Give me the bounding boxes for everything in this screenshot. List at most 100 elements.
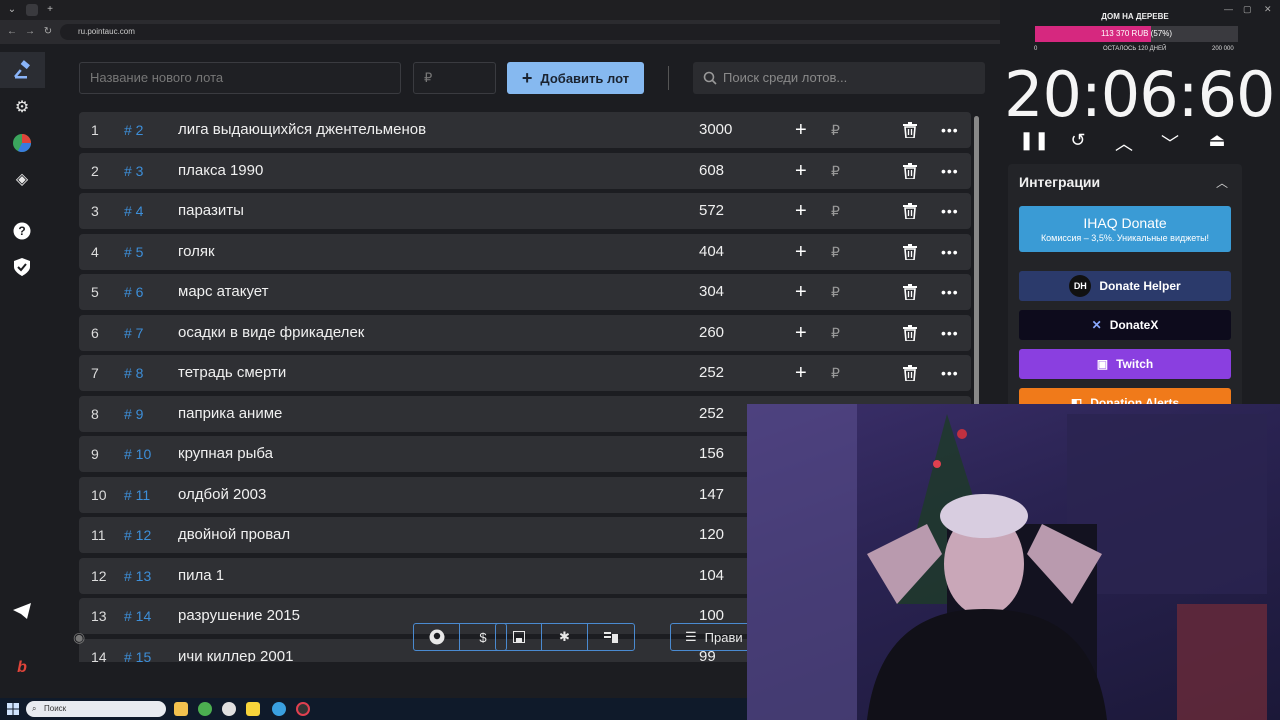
lot-amount[interactable]: 404	[699, 234, 724, 270]
lot-name[interactable]: осадки в виде фрикаделек	[178, 315, 364, 351]
lot-amount[interactable]: 147	[699, 477, 724, 513]
add-amount-icon[interactable]: +	[795, 193, 807, 229]
lot-amount[interactable]: 572	[699, 193, 724, 229]
windows-start-icon[interactable]	[7, 702, 19, 715]
lot-id-link[interactable]: # 2	[124, 112, 143, 148]
forward-icon[interactable]: →	[24, 26, 36, 37]
lot-name[interactable]: плакса 1990	[178, 153, 263, 189]
twitch-button[interactable]: ▣ Twitch	[1019, 349, 1231, 379]
lot-id-link[interactable]: # 9	[124, 396, 143, 432]
browser-icon[interactable]	[222, 702, 236, 716]
clear-lots-icon[interactable]	[588, 624, 634, 650]
lot-id-link[interactable]: # 4	[124, 193, 143, 229]
maximize-icon[interactable]: ▢	[1243, 4, 1252, 15]
reload-icon[interactable]: ↻	[42, 26, 54, 37]
lot-name[interactable]: олдбой 2003	[178, 477, 266, 513]
add-amount-icon[interactable]: +	[795, 153, 807, 189]
close-icon[interactable]: ✕	[1264, 4, 1272, 15]
collapse-chevron-icon[interactable]: ︿	[1216, 174, 1228, 191]
save-icon[interactable]	[496, 624, 542, 650]
currency-input[interactable]: ₽	[831, 193, 840, 229]
donate-helper-button[interactable]: DH Donate Helper	[1019, 271, 1231, 301]
lot-id-link[interactable]: # 7	[124, 315, 143, 351]
chevron-up-icon[interactable]: ︿	[1112, 130, 1136, 154]
more-options-icon[interactable]: •••	[941, 112, 959, 148]
delete-trash-icon[interactable]	[903, 193, 917, 229]
lot-search-input[interactable]: Поиск среди лотов...	[693, 62, 985, 94]
bug-icon[interactable]: ✱	[542, 624, 588, 650]
lot-amount-input[interactable]: ₽	[413, 62, 496, 94]
boosty-icon[interactable]: b	[10, 656, 34, 680]
lot-id-link[interactable]: # 5	[124, 234, 143, 270]
address-bar[interactable]: ru.pointauc.com	[60, 24, 1020, 40]
telegram-taskbar-icon[interactable]	[272, 702, 286, 716]
settings-gear-icon[interactable]: ⚙	[10, 95, 34, 119]
more-options-icon[interactable]: •••	[941, 153, 959, 189]
add-amount-icon[interactable]: +	[795, 355, 807, 391]
taskbar-search[interactable]: ⌕ Поиск	[26, 701, 166, 717]
obs-icon[interactable]	[296, 702, 310, 716]
lot-id-link[interactable]: # 3	[124, 153, 143, 189]
lot-amount[interactable]: 608	[699, 153, 724, 189]
add-amount-icon[interactable]: +	[795, 315, 807, 351]
currency-input[interactable]: ₽	[831, 355, 840, 391]
currency-input[interactable]: ₽	[831, 274, 840, 310]
lot-name[interactable]: крупная рыба	[178, 436, 273, 472]
lot-amount[interactable]: 120	[699, 517, 724, 553]
chrome-icon[interactable]	[198, 702, 212, 716]
lot-name[interactable]: двойной провал	[178, 517, 290, 553]
more-options-icon[interactable]: •••	[941, 315, 959, 351]
lot-id-link[interactable]: # 13	[124, 558, 151, 594]
add-lot-button[interactable]: + Добавить лот	[507, 62, 644, 94]
lot-amount[interactable]: 156	[699, 436, 724, 472]
file-explorer-icon[interactable]	[174, 702, 188, 716]
lot-name[interactable]: марс атакует	[178, 274, 269, 310]
pause-icon[interactable]: ❚❚	[1019, 130, 1049, 154]
lot-amount[interactable]: 252	[699, 355, 724, 391]
lot-id-link[interactable]: # 11	[124, 477, 150, 513]
tab-menu-icon[interactable]: ⌄	[6, 4, 18, 16]
more-options-icon[interactable]: •••	[941, 274, 959, 310]
lot-amount[interactable]: 252	[699, 396, 724, 432]
delete-trash-icon[interactable]	[903, 112, 917, 148]
delete-trash-icon[interactable]	[903, 274, 917, 310]
add-amount-icon[interactable]: +	[795, 274, 807, 310]
lot-name[interactable]: паприка аниме	[178, 396, 282, 432]
add-amount-icon[interactable]: +	[795, 112, 807, 148]
app-icon[interactable]	[246, 702, 260, 716]
lot-name[interactable]: лига выдающихйся джентельменов	[178, 112, 426, 148]
lot-amount[interactable]: 260	[699, 315, 724, 351]
currency-input[interactable]: ₽	[831, 112, 840, 148]
wheel-chart-icon[interactable]	[10, 131, 34, 155]
back-icon[interactable]: ←	[6, 26, 18, 37]
lot-id-link[interactable]: # 8	[124, 355, 143, 391]
delete-trash-icon[interactable]	[903, 234, 917, 270]
currency-input[interactable]: ₽	[831, 153, 840, 189]
active-tab[interactable]	[26, 4, 38, 16]
auction-hammer-icon[interactable]	[0, 52, 45, 88]
more-options-icon[interactable]: •••	[941, 193, 959, 229]
delete-trash-icon[interactable]	[903, 355, 917, 391]
telegram-icon[interactable]	[10, 599, 34, 623]
delete-trash-icon[interactable]	[903, 315, 917, 351]
lot-list-scrollbar[interactable]	[974, 116, 979, 438]
delete-trash-icon[interactable]	[903, 153, 917, 189]
more-options-icon[interactable]: •••	[941, 355, 959, 391]
shield-icon[interactable]	[10, 255, 34, 279]
eject-icon[interactable]: ⏏	[1205, 130, 1229, 154]
lot-amount[interactable]: 3000	[699, 112, 732, 148]
lot-amount[interactable]: 104	[699, 558, 724, 594]
lot-id-link[interactable]: # 12	[124, 517, 151, 553]
minimize-icon[interactable]: —	[1224, 4, 1233, 14]
lot-id-link[interactable]: # 6	[124, 274, 143, 310]
lot-name[interactable]: тетрадь смерти	[178, 355, 286, 391]
lot-name[interactable]: голяк	[178, 234, 215, 270]
reset-icon[interactable]: ↺	[1066, 130, 1090, 154]
lot-amount[interactable]: 304	[699, 274, 724, 310]
help-icon[interactable]: ?	[10, 219, 34, 243]
chevron-down-icon[interactable]: ﹀	[1158, 130, 1182, 154]
more-options-icon[interactable]: •••	[941, 234, 959, 270]
add-amount-icon[interactable]: +	[795, 234, 807, 270]
lot-id-link[interactable]: # 10	[124, 436, 151, 472]
github-icon[interactable]	[414, 624, 460, 650]
